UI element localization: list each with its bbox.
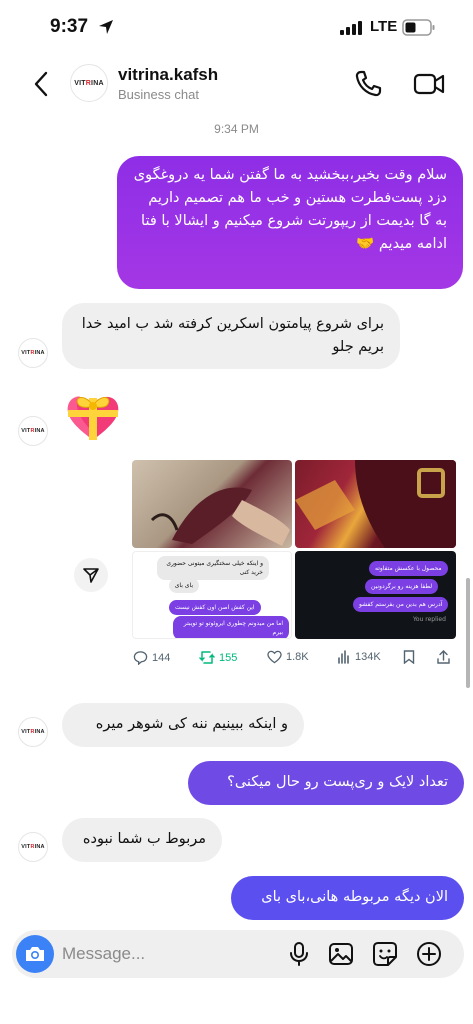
brand-logo: VITRINA bbox=[21, 729, 45, 735]
network-label: LTE bbox=[370, 18, 398, 35]
heart-with-ribbon-sticker[interactable] bbox=[64, 390, 122, 444]
battery-icon bbox=[402, 19, 435, 36]
video-call-button[interactable] bbox=[412, 68, 446, 100]
replied-label: You replied bbox=[413, 616, 446, 623]
upload-icon bbox=[437, 650, 450, 664]
screenshot-message: بای بای bbox=[168, 578, 199, 593]
brand-logo: VITRINA bbox=[74, 79, 104, 87]
scrollbar[interactable] bbox=[466, 578, 470, 688]
camera-icon bbox=[26, 947, 44, 961]
bookmark-button[interactable] bbox=[403, 650, 415, 664]
screenshot-message: این کفش اصن اون کفش نیست bbox=[169, 600, 261, 615]
chat-subtitle: Business chat bbox=[118, 87, 199, 102]
camera-button[interactable] bbox=[16, 935, 54, 973]
video-camera-icon bbox=[413, 73, 445, 95]
post-screenshot-chat[interactable]: و اینکه خیلی سختگیری میتونی حضوری خرید ک… bbox=[132, 551, 292, 639]
heart-icon bbox=[267, 650, 282, 664]
brand-logo: VITRINA bbox=[21, 350, 45, 356]
incoming-message[interactable]: برای شروع پیامتون اسکرین کرفته شد ب امید… bbox=[62, 303, 400, 369]
message-timestamp: 9:34 PM bbox=[214, 122, 259, 136]
location-arrow-icon bbox=[99, 20, 113, 34]
chat-header: VITRINA vitrina.kafsh Business chat bbox=[0, 56, 473, 116]
like-count[interactable]: 1.8K bbox=[267, 650, 309, 664]
chat-title[interactable]: vitrina.kafsh bbox=[118, 65, 218, 85]
outgoing-message[interactable]: سلام وقت بخیر،ببخشید به ما گفتن شما یه د… bbox=[117, 156, 463, 289]
message-input[interactable] bbox=[62, 942, 272, 966]
back-button[interactable] bbox=[26, 66, 56, 102]
shoe-illustration bbox=[150, 487, 290, 546]
post-stats-bar: 144 155 1.8K 134K bbox=[131, 648, 457, 668]
forward-button[interactable] bbox=[74, 558, 108, 592]
avatar[interactable]: VITRINA bbox=[70, 64, 108, 102]
screenshot-message: لطفا هزینه رو برگردونین bbox=[365, 579, 439, 594]
status-time: 9:37 bbox=[50, 16, 89, 37]
sender-avatar[interactable]: VITRINA bbox=[18, 832, 48, 862]
repost-icon bbox=[199, 651, 215, 664]
gallery-icon[interactable] bbox=[328, 941, 354, 967]
voice-call-button[interactable] bbox=[352, 68, 384, 100]
message-composer bbox=[12, 930, 464, 978]
screenshot-message: آدرس هم بدین من بفرستم کفشو bbox=[353, 597, 449, 612]
post-screenshot-chat-dark[interactable]: محصول با عکسش متفاوته لطفا هزینه رو برگر… bbox=[295, 551, 456, 639]
status-bar: 9:37 LTE bbox=[0, 0, 473, 54]
send-icon bbox=[83, 568, 99, 583]
post-photo-shoe-closeup[interactable] bbox=[295, 460, 456, 548]
shoe-buckle-illustration bbox=[295, 460, 456, 548]
share-post-button[interactable] bbox=[437, 650, 450, 664]
outgoing-message[interactable]: الان دیگه مربوطه هانی،بای بای bbox=[231, 876, 464, 920]
incoming-message[interactable]: و اینکه ببینیم ننه کی شوهر میره bbox=[62, 703, 304, 747]
reply-count[interactable]: 144 bbox=[133, 650, 170, 665]
microphone-icon[interactable] bbox=[286, 941, 312, 967]
incoming-message[interactable]: مربوط ب شما نبوده bbox=[62, 818, 222, 862]
screenshot-message: اما من میدونم چطوری ایروئوتو تو تویبتر ب… bbox=[173, 616, 289, 638]
view-count[interactable]: 134K bbox=[337, 650, 381, 664]
sender-avatar[interactable]: VITRINA bbox=[18, 416, 48, 446]
bookmark-icon bbox=[403, 650, 415, 664]
plus-circle-icon[interactable] bbox=[416, 941, 442, 967]
brand-logo: VITRINA bbox=[21, 428, 45, 434]
outgoing-message[interactable]: تعداد لایک و ری‌پست رو حال میکنی؟ bbox=[188, 761, 464, 805]
brand-logo: VITRINA bbox=[21, 844, 45, 850]
shared-post[interactable]: و اینکه خیلی سختگیری میتونی حضوری خرید ک… bbox=[131, 460, 457, 692]
phone-icon bbox=[355, 70, 382, 97]
sticker-icon[interactable] bbox=[372, 941, 398, 967]
sender-avatar[interactable]: VITRINA bbox=[18, 717, 48, 747]
views-chart-icon bbox=[338, 650, 349, 664]
chevron-left-icon bbox=[34, 71, 48, 97]
screenshot-message: محصول با عکسش متفاوته bbox=[369, 561, 448, 576]
repost-count[interactable]: 155 bbox=[199, 650, 237, 665]
screenshot-message: و اینکه خیلی سختگیری میتونی حضوری خرید ک… bbox=[157, 556, 269, 580]
sender-avatar[interactable]: VITRINA bbox=[18, 338, 48, 368]
post-photo-shoe[interactable] bbox=[132, 460, 292, 548]
comment-icon bbox=[133, 651, 148, 665]
signal-icon bbox=[340, 21, 362, 35]
